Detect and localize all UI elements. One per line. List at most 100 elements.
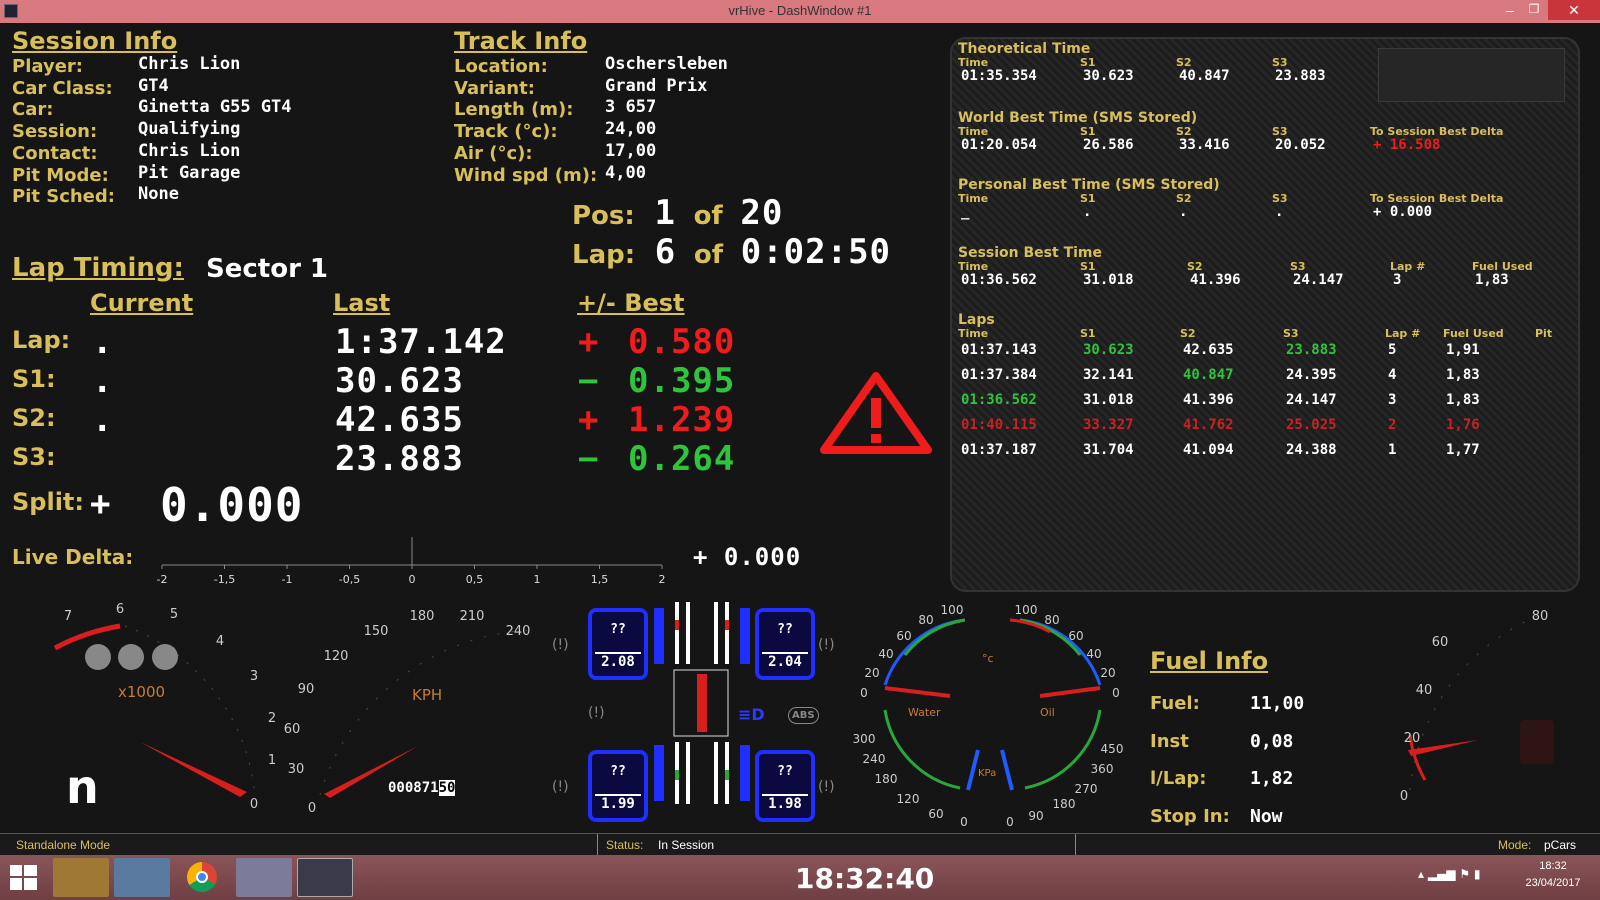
tire-fl-temp: ??	[610, 622, 626, 637]
chrome-icon[interactable]	[175, 858, 231, 897]
personal-value: _	[961, 204, 970, 220]
gauge-tick-label: 60	[284, 722, 301, 737]
mode-label: Mode:	[1498, 838, 1532, 852]
gauge-tick-label: 360	[1091, 762, 1114, 776]
track-value: 4,00	[605, 162, 646, 183]
laps-cell: 41.396	[1183, 392, 1234, 408]
session-label: Session:	[12, 121, 98, 143]
lap-value: 6	[654, 232, 677, 272]
track-info-heading: Track Info	[454, 27, 588, 55]
gauge-tick-label: 450	[1101, 742, 1124, 756]
lap-row-label: S3:	[12, 443, 56, 471]
brake-warning-icon: (!)	[818, 637, 835, 653]
track-label: Location:	[454, 56, 548, 77]
fuel-pump-icon	[1520, 720, 1554, 764]
lap-row-sign: −	[578, 439, 600, 479]
lap-row-delta: 0.580	[628, 322, 736, 362]
tray-icons[interactable]: ▴ ▂▄▆ ⚑ ▮	[1418, 867, 1481, 881]
title-bar: vrHive - DashWindow #1 – ❐ ✕	[0, 0, 1600, 23]
lap-row-delta: 0.264	[628, 439, 736, 479]
lap-row-current: .	[92, 400, 114, 440]
oil-label: Oil	[1040, 706, 1055, 719]
car-diagram	[654, 602, 750, 804]
gauge-tick-label: 20	[1100, 666, 1115, 680]
col-last: Last	[333, 289, 391, 317]
gauge-tick-label: 0	[250, 797, 258, 812]
brake-warning-icon: (!)	[552, 637, 569, 653]
session-value: Ginetta G55 GT4	[138, 97, 292, 118]
theoretical-title: Theoretical Time	[958, 41, 1091, 57]
laps-cell: 1	[1388, 442, 1397, 458]
abs-icon: ABS	[788, 707, 819, 724]
tire-rr-temp: ??	[777, 764, 793, 779]
gauge-tick-label: 80	[1044, 613, 1059, 627]
minimize-button[interactable]: –	[1500, 2, 1520, 20]
world-value: 26.586	[1083, 137, 1134, 153]
laps-col-header: S1	[1080, 327, 1096, 340]
calculator-icon[interactable]	[236, 858, 292, 897]
computer-icon[interactable]	[114, 858, 170, 897]
track-value: 17,00	[605, 140, 657, 161]
delta-tick-label: -1,5	[214, 573, 235, 586]
laps-cell: 1,91	[1446, 342, 1480, 358]
vrhive-icon[interactable]	[297, 858, 353, 897]
laps-cell: 3	[1388, 392, 1397, 408]
laps-cell: 01:37.384	[961, 367, 1037, 383]
session-value: Chris Lion	[138, 54, 241, 74]
col-current: Current	[90, 289, 194, 317]
gauge-tick-label: 0	[1006, 815, 1014, 829]
gauge-tick-label: 7	[64, 609, 72, 624]
gauge-tick-label: 0	[1112, 686, 1120, 700]
file-explorer-icon[interactable]	[53, 858, 109, 897]
gauge-tick-label: 4	[216, 634, 224, 649]
gauge-tick-label: 20	[864, 666, 879, 680]
tire-front-right: ?? 2.04	[755, 608, 815, 680]
fuel-value: 11,00	[1250, 693, 1305, 714]
warning-icon	[820, 372, 932, 454]
delta-tick-label: 1,5	[591, 573, 609, 586]
taskbar: 18:32:40 ▴ ▂▄▆ ⚑ ▮ 18:32 23/04/2017	[0, 855, 1600, 900]
odometer-value: 000871	[388, 780, 439, 796]
tire-fr-pressure: 2.04	[762, 652, 808, 670]
gauge-tick-label: 0	[1400, 789, 1408, 804]
status-bar: Standalone Mode Status: In Session Mode:…	[0, 833, 1600, 856]
laps-cell: 2	[1388, 417, 1397, 433]
close-button[interactable]: ✕	[1548, 0, 1600, 20]
brake-warning-icon: (!)	[818, 779, 835, 795]
session-value: GT4	[138, 75, 169, 96]
gauge-tick-label: 3	[250, 669, 258, 684]
lap-row-sign: −	[578, 361, 600, 401]
laps-cell: 24.395	[1286, 367, 1337, 383]
gauge-tick-label: 300	[853, 732, 876, 746]
headlight-icon: ≡D	[738, 705, 765, 724]
delta-tick-label: 0,5	[466, 573, 484, 586]
big-clock: 18:32:40	[795, 862, 935, 895]
restore-button[interactable]: ❐	[1524, 2, 1544, 20]
track-label: Variant:	[454, 77, 535, 99]
lap-timing-heading: Lap Timing:	[12, 253, 184, 283]
session_best-title: Session Best Time	[958, 245, 1102, 261]
personal-value: + 0.000	[1373, 204, 1433, 220]
laps-cell: 31.704	[1083, 442, 1134, 458]
laps-cell: 41.762	[1183, 417, 1234, 433]
status-value: In Session	[658, 838, 715, 852]
tire-rear-left: ?? 1.99	[588, 750, 648, 822]
tire-rl-pressure: 1.99	[595, 794, 641, 812]
start-button[interactable]	[10, 865, 38, 891]
lap-row-last: 30.623	[335, 361, 464, 401]
theoretical-value: 40.847	[1179, 68, 1230, 84]
fuel-gauge	[1408, 614, 1541, 791]
gauge-tick-label: 60	[928, 807, 943, 821]
personal-value: .	[1179, 204, 1188, 220]
tray-date: 23/04/2017	[1525, 877, 1581, 889]
lap-of: of	[693, 240, 724, 270]
laps-cell: 5	[1388, 342, 1397, 358]
track-value: 3 657	[605, 97, 657, 118]
pos-label: Pos:	[572, 201, 635, 231]
temp-unit: °c	[982, 652, 994, 665]
tray-time: 18:32	[1539, 860, 1567, 872]
laps-cell: 1,77	[1446, 442, 1480, 458]
water-label: Water	[908, 706, 941, 719]
laps-col-header: S3	[1283, 327, 1299, 340]
gauge-tick-label: 100	[941, 603, 964, 617]
